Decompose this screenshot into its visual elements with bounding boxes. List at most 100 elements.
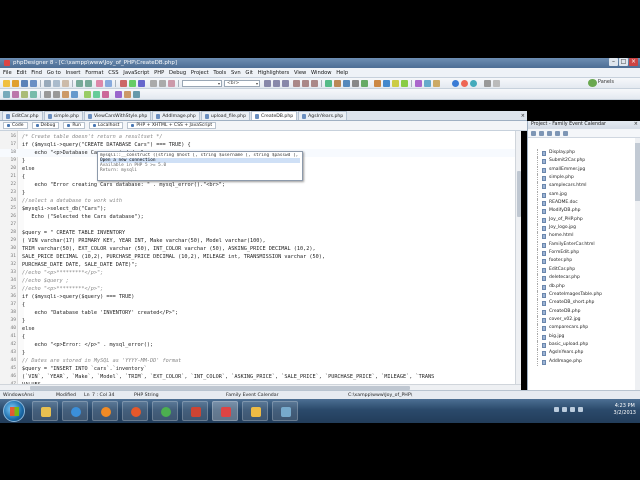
start-button[interactable] bbox=[3, 400, 25, 422]
menu-svn[interactable]: Svn bbox=[229, 70, 243, 76]
div-icon[interactable] bbox=[12, 91, 19, 98]
file-tab[interactable]: ViewCarsWithStyle.php bbox=[83, 111, 152, 120]
taskbar-chrome[interactable] bbox=[152, 401, 178, 421]
file-tab[interactable]: CreateDB.php bbox=[251, 111, 298, 120]
script-icon[interactable] bbox=[124, 91, 131, 98]
panels-icon[interactable] bbox=[588, 79, 597, 87]
image-icon[interactable] bbox=[334, 80, 341, 87]
menu-view[interactable]: View bbox=[292, 70, 309, 76]
autocomplete-popup[interactable]: mysqli::__construct ([string $host [, st… bbox=[97, 151, 303, 181]
outdent-icon[interactable] bbox=[159, 80, 166, 87]
scroll-thumb[interactable] bbox=[635, 143, 640, 201]
menu-edit[interactable]: Edit bbox=[14, 70, 29, 76]
span-icon[interactable] bbox=[21, 91, 28, 98]
project-file[interactable]: basic_upload.php bbox=[528, 340, 640, 349]
indent-icon[interactable] bbox=[150, 80, 157, 87]
close-icon[interactable]: × bbox=[629, 58, 638, 66]
tray-icon[interactable] bbox=[554, 407, 559, 412]
project-file[interactable]: FamilyEnterCar.html bbox=[528, 240, 640, 249]
html-icon[interactable] bbox=[401, 80, 408, 87]
underline-icon[interactable] bbox=[282, 80, 289, 87]
minimize-icon[interactable]: – bbox=[609, 58, 618, 66]
project-file[interactable]: EditCar.php bbox=[528, 265, 640, 274]
wizard-icon[interactable] bbox=[433, 80, 440, 87]
project-file[interactable]: CreateImagesTable.php bbox=[528, 290, 640, 299]
menu-git[interactable]: Git bbox=[243, 70, 255, 76]
menu-php[interactable]: PHP bbox=[152, 70, 167, 76]
php-icon[interactable] bbox=[374, 80, 381, 87]
menu-format[interactable]: Format bbox=[83, 70, 106, 76]
autocomplete-item[interactable]: Return: mysqli bbox=[100, 168, 300, 173]
cut-icon[interactable] bbox=[44, 80, 51, 87]
file-tab[interactable]: AgsInYears.php bbox=[298, 111, 348, 120]
project-file[interactable]: deletecar.php bbox=[528, 274, 640, 283]
cursor-icon[interactable] bbox=[3, 91, 10, 98]
template-icon[interactable] bbox=[424, 80, 431, 87]
project-file[interactable]: AgsInYears.php bbox=[528, 349, 640, 358]
file-tab[interactable]: EditCar.php bbox=[2, 111, 43, 120]
project-file[interactable]: big.jpg bbox=[528, 332, 640, 341]
project-file[interactable]: comparecars.php bbox=[528, 324, 640, 333]
maximize-icon[interactable]: □ bbox=[619, 58, 628, 66]
editor-toolbar-button[interactable]: Debug bbox=[31, 122, 60, 129]
project-file[interactable]: FormEdit.php bbox=[528, 249, 640, 258]
preview-icon[interactable] bbox=[470, 80, 477, 87]
project-file[interactable]: Joy_logo.jpg bbox=[528, 224, 640, 233]
clock[interactable]: 4:23 PM 3/2/2013 bbox=[614, 403, 636, 417]
properties-icon[interactable] bbox=[563, 131, 568, 136]
collapse-icon[interactable] bbox=[555, 131, 560, 136]
flag-icon[interactable] bbox=[578, 407, 583, 412]
editor-toolbar-button[interactable]: Run bbox=[63, 122, 85, 129]
new-folder-icon[interactable] bbox=[539, 131, 544, 136]
css-icon[interactable] bbox=[383, 80, 390, 87]
table-icon[interactable] bbox=[325, 80, 332, 87]
project-file[interactable]: sam.jpg bbox=[528, 190, 640, 199]
browser-icon[interactable] bbox=[452, 80, 459, 87]
undo-icon[interactable] bbox=[76, 80, 83, 87]
align-center-icon[interactable] bbox=[302, 80, 309, 87]
panels-label[interactable]: Panels bbox=[598, 79, 614, 85]
hr-icon[interactable] bbox=[84, 91, 91, 98]
settings-icon[interactable] bbox=[484, 80, 491, 87]
email-icon[interactable] bbox=[71, 91, 78, 98]
close-icon[interactable]: × bbox=[634, 121, 638, 127]
meta-icon[interactable] bbox=[115, 91, 122, 98]
editor-vertical-scrollbar[interactable] bbox=[515, 131, 521, 384]
snippet-icon[interactable] bbox=[415, 80, 422, 87]
menu-debug[interactable]: Debug bbox=[167, 70, 189, 76]
save-all-icon[interactable] bbox=[30, 80, 37, 87]
project-file[interactable]: ModifyDB.php bbox=[528, 207, 640, 216]
close-tab-icon[interactable]: × bbox=[521, 113, 525, 119]
project-file[interactable]: Submit2Car.php bbox=[528, 157, 640, 166]
refresh-icon[interactable] bbox=[531, 131, 536, 136]
style-icon[interactable] bbox=[133, 91, 140, 98]
project-file[interactable]: AddImage.php bbox=[528, 357, 640, 366]
menu-highlighters[interactable]: Highlighters bbox=[255, 70, 291, 76]
project-file[interactable]: smallEmmer.jpg bbox=[528, 165, 640, 174]
firefox-icon[interactable] bbox=[461, 80, 468, 87]
project-file[interactable]: CreateDB_short.php bbox=[528, 299, 640, 308]
file-tab[interactable]: AddImage.php bbox=[152, 111, 200, 120]
taskbar-firefox[interactable] bbox=[122, 401, 148, 421]
taskbar-explorer[interactable] bbox=[32, 401, 58, 421]
project-file[interactable]: footer.php bbox=[528, 257, 640, 266]
taskbar-media[interactable] bbox=[92, 401, 118, 421]
paragraph-icon[interactable] bbox=[30, 91, 37, 98]
menu-project[interactable]: Project bbox=[189, 70, 212, 76]
project-file[interactable]: samplecars.html bbox=[528, 182, 640, 191]
form-icon[interactable] bbox=[352, 80, 359, 87]
scroll-thumb[interactable] bbox=[517, 171, 521, 217]
debug-icon[interactable] bbox=[138, 80, 145, 87]
menu-javascript[interactable]: JavaScript bbox=[121, 70, 152, 76]
numbered-list-icon[interactable] bbox=[53, 91, 60, 98]
replace-icon[interactable] bbox=[105, 80, 112, 87]
new-file-icon[interactable] bbox=[3, 80, 10, 87]
project-file[interactable]: Display.php bbox=[528, 149, 640, 157]
file-tab[interactable]: upload_file.php bbox=[200, 111, 250, 120]
open-folder-icon[interactable] bbox=[12, 80, 19, 87]
find-icon[interactable] bbox=[96, 80, 103, 87]
network-icon[interactable] bbox=[562, 407, 567, 412]
copy-icon[interactable] bbox=[53, 80, 60, 87]
save-icon[interactable] bbox=[21, 80, 28, 87]
project-file[interactable]: CreateDB.php bbox=[528, 307, 640, 316]
